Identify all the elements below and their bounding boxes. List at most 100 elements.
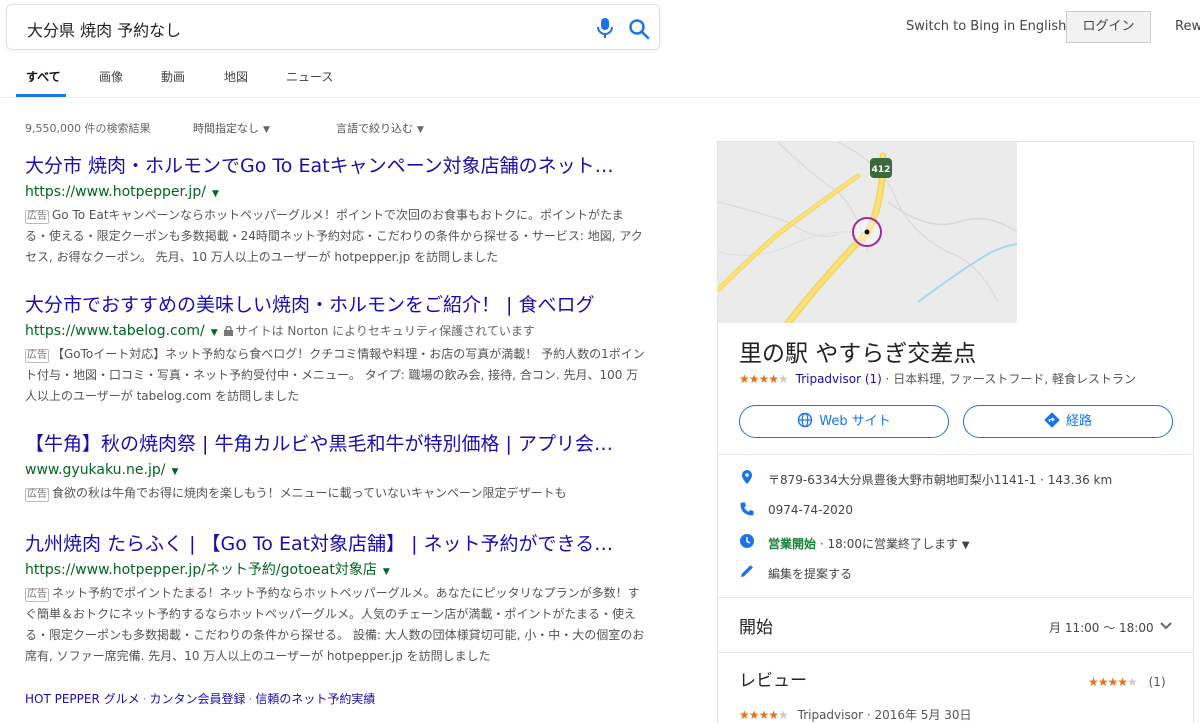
result-url: www.gyukaku.ne.jp/ ▼ (25, 460, 645, 482)
phone-number[interactable]: 0974-74-2020 (768, 503, 853, 517)
caret-down-icon[interactable]: ▼ (171, 467, 178, 477)
search-result: 九州焼肉 たらふく | 【Go To Eat対象店舗】 | ネット予約ができる…… (25, 531, 645, 667)
language-filter[interactable]: 言語で絞り込む ▼ (336, 120, 424, 136)
hours-text[interactable]: 月 11:00 ～ 18:00 (1049, 619, 1154, 636)
open-detail: · 18:00に営業終了します (819, 537, 959, 551)
lock-icon (223, 326, 233, 336)
caret-down-icon[interactable]: ▼ (212, 189, 219, 199)
search-result: 大分市でおすすめの美味しい焼肉・ホルモンをご紹介！ | 食べログ https:/… (25, 292, 645, 407)
route-number: 412 (872, 165, 891, 175)
address-text: 〒879-6334大分県豊後大野市朝地町梨小1141-1 · 143.36 km (768, 473, 1113, 487)
rating-row: ★★★★★ Tripadvisor (1) · 日本料理, ファーストフード, … (739, 370, 1136, 387)
directions-icon (1044, 412, 1060, 428)
switch-language-link[interactable]: Switch to Bing in English (906, 19, 1066, 34)
sitelink[interactable]: 信頼のネット予約実績 (255, 692, 375, 706)
tab-all[interactable]: すべて (26, 68, 61, 85)
place-categories: · 日本料理, ファーストフード, 軽食レストラン (885, 372, 1136, 386)
sitelink[interactable]: カンタン会員登録 (149, 692, 245, 706)
reviews-count[interactable]: (1) (1149, 675, 1166, 689)
pencil-icon (741, 565, 753, 577)
result-url: https://www.hotpepper.jp/ ▼ (25, 182, 645, 204)
time-filter[interactable]: 時間指定なし ▼ (193, 120, 270, 136)
result-snippet: Go To Eatキャンペーンならホットペッパーグルメ！ポイントで次回のお食事も… (25, 208, 643, 264)
tab-videos[interactable]: 動画 (161, 68, 185, 85)
language-filter-label: 言語で絞り込む (336, 122, 413, 135)
search-result: 大分市 焼肉・ホルモンでGo To Eatキャンペーン対象店舗のネット… htt… (25, 153, 645, 268)
result-title-link[interactable]: 大分市でおすすめの美味しい焼肉・ホルモンをご紹介！ | 食べログ (25, 292, 645, 318)
caret-down-icon: ▼ (263, 125, 270, 135)
divider (718, 597, 1193, 598)
caret-down-icon: ▼ (417, 125, 424, 135)
security-note-text: サイトは Norton によりセキュリティ保護されています (235, 324, 535, 338)
security-note: サイトは Norton によりセキュリティ保護されています (223, 324, 535, 338)
result-description: 広告 食欲の秋は牛角でお得に焼肉を楽しもう！メニューに載っていないキャンペーン限定… (25, 483, 645, 504)
result-snippet: 【GoToイート対応】ネット予約なら食べログ！クチコミ情報や料理・お店の写真が満… (25, 347, 645, 403)
ad-badge: 広告 (25, 210, 49, 224)
tab-maps[interactable]: 地図 (224, 68, 248, 85)
review-source: Tripadvisor · 2016年 5月 30日 (797, 708, 972, 722)
website-button[interactable]: Web サイト (739, 405, 949, 438)
result-url: https://www.hotpepper.jp/ネット予約/gotoeat対象… (25, 560, 645, 582)
results-count: 9,550,000 件の検索結果 (25, 122, 151, 135)
hours-title: 開始 (739, 618, 773, 638)
rewards-link[interactable]: Rew (1175, 19, 1200, 34)
caret-down-icon[interactable]: ▼ (211, 328, 218, 338)
search-result: 【牛角】秋の焼肉祭 | 牛角カルビや黒毛和牛が特別価格 | アプリ会… www.… (25, 431, 645, 504)
result-title-link[interactable]: 大分市 焼肉・ホルモンでGo To Eatキャンペーン対象店舗のネット… (25, 153, 645, 179)
active-tab-indicator (16, 94, 66, 97)
reviews-title: レビュー (739, 671, 807, 691)
result-url-text[interactable]: https://www.tabelog.com/ (25, 323, 205, 339)
search-input[interactable]: 大分県 焼肉 予約なし (6, 4, 660, 50)
website-button-label: Web サイト (819, 414, 891, 429)
separator: · (142, 692, 147, 706)
rating-source-link[interactable]: Tripadvisor (1) (796, 372, 882, 386)
sitelinks: HOT PEPPER グルメ · カンタン会員登録 · 信頼のネット予約実績 (25, 690, 375, 707)
scope-tabs: すべて 画像 動画 地図 ニュース (0, 56, 1200, 98)
result-description: 広告 ネット予約でポイントたまる！ネット予約ならホットペッパーグルメ。あなたにピッ… (25, 583, 645, 667)
directions-button-label: 経路 (1065, 414, 1092, 429)
result-url-text[interactable]: https://www.hotpepper.jp/ネット予約/gotoeat対象… (25, 562, 377, 578)
caret-down-icon: ▼ (961, 540, 970, 551)
place-title: 里の駅 やすらぎ交差点 (739, 341, 977, 367)
open-status: 営業開始 (768, 537, 817, 551)
result-description: 広告 【GoToイート対応】ネット予約なら食べログ！クチコミ情報や料理・お店の写真… (25, 344, 645, 407)
phone-icon (740, 502, 754, 516)
ad-badge: 広告 (25, 588, 49, 602)
result-title-link[interactable]: 【牛角】秋の焼肉祭 | 牛角カルビや黒毛和牛が特別価格 | アプリ会… (25, 431, 645, 457)
map-thumbnail[interactable]: 412 (718, 142, 1017, 323)
review-item: ★★★★★ Tripadvisor · 2016年 5月 30日 (739, 706, 972, 723)
directions-button[interactable]: 経路 (963, 405, 1173, 438)
suggest-edit-link: 編集を提案する (768, 567, 853, 581)
caret-down-icon[interactable]: ▼ (383, 567, 390, 577)
location-pin-icon (742, 470, 752, 484)
login-button[interactable]: ログイン (1066, 11, 1151, 43)
result-description: 広告 Go To Eatキャンペーンならホットペッパーグルメ！ポイントで次回のお食… (25, 205, 645, 268)
chevron-down-icon[interactable] (1159, 621, 1173, 631)
globe-icon (798, 412, 813, 428)
map-image: 412 (718, 142, 1017, 323)
result-title-link[interactable]: 九州焼肉 たらふく | 【Go To Eat対象店舗】 | ネット予約ができる… (25, 531, 645, 557)
divider (718, 652, 1193, 653)
result-url-text[interactable]: www.gyukaku.ne.jp/ (25, 462, 165, 478)
star-rating: ★★★★★ (739, 708, 789, 722)
time-filter-label: 時間指定なし (193, 122, 259, 135)
divider (718, 454, 1193, 455)
star-rating: ★★★★★ (1088, 675, 1138, 689)
result-snippet: 食欲の秋は牛角でお得に焼肉を楽しもう！メニューに載っていないキャンペーン限定デザ… (52, 486, 567, 500)
search-query-text[interactable]: 大分県 焼肉 予約なし (27, 17, 181, 41)
knowledge-panel: 412 里の駅 やすらぎ交差点 ★★★★★ Tripadvisor (1) · … (717, 141, 1194, 723)
ad-badge: 広告 (25, 488, 49, 502)
result-snippet: ネット予約でポイントたまる！ネット予約ならホットペッパーグルメ。あなたにピッタリ… (25, 586, 645, 663)
tab-news[interactable]: ニュース (286, 68, 333, 85)
reviews-rating: ★★★★★ (1) (1088, 675, 1166, 689)
ad-badge: 広告 (25, 349, 49, 363)
microphone-icon[interactable] (595, 17, 615, 39)
star-rating: ★★★★★ (739, 372, 789, 386)
result-url-text[interactable]: https://www.hotpepper.jp/ (25, 184, 206, 200)
clock-icon (740, 534, 754, 548)
sitelink[interactable]: HOT PEPPER グルメ (25, 692, 140, 706)
tab-images[interactable]: 画像 (99, 68, 123, 85)
separator: · (248, 692, 253, 706)
result-url: https://www.tabelog.com/ ▼ サイトは Norton により… (25, 321, 645, 343)
search-icon[interactable] (627, 17, 651, 41)
